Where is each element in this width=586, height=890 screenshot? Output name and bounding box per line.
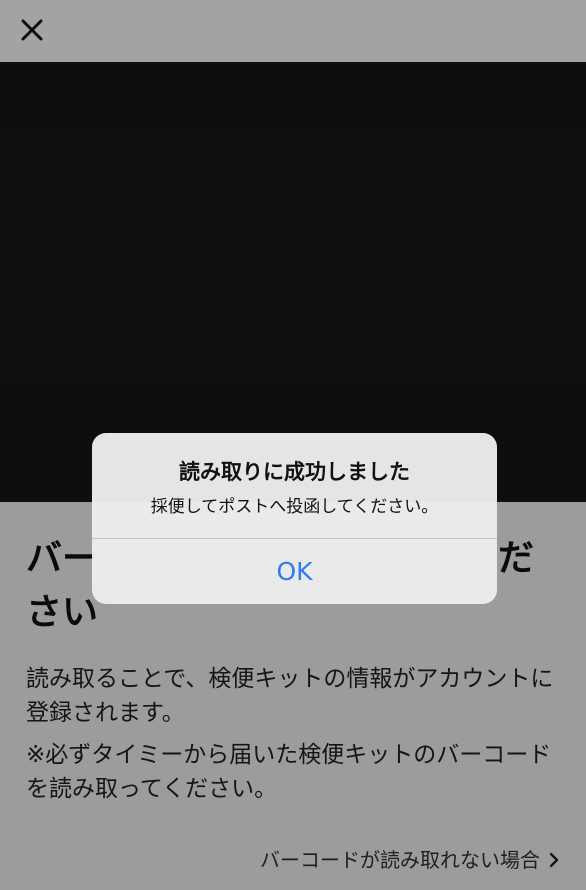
- success-alert: 読み取りに成功しました 採便してポストへ投函してください。 OK: [92, 433, 497, 604]
- scanner-screen: バー だ さい 読み取ることで、検便キットの情報がアカウントに登録されます。 ※…: [0, 0, 586, 890]
- alert-message: 採便してポストへ投函してください。: [150, 497, 439, 517]
- alert-title: 読み取りに成功しました: [179, 460, 410, 484]
- ok-button[interactable]: OK: [92, 539, 497, 604]
